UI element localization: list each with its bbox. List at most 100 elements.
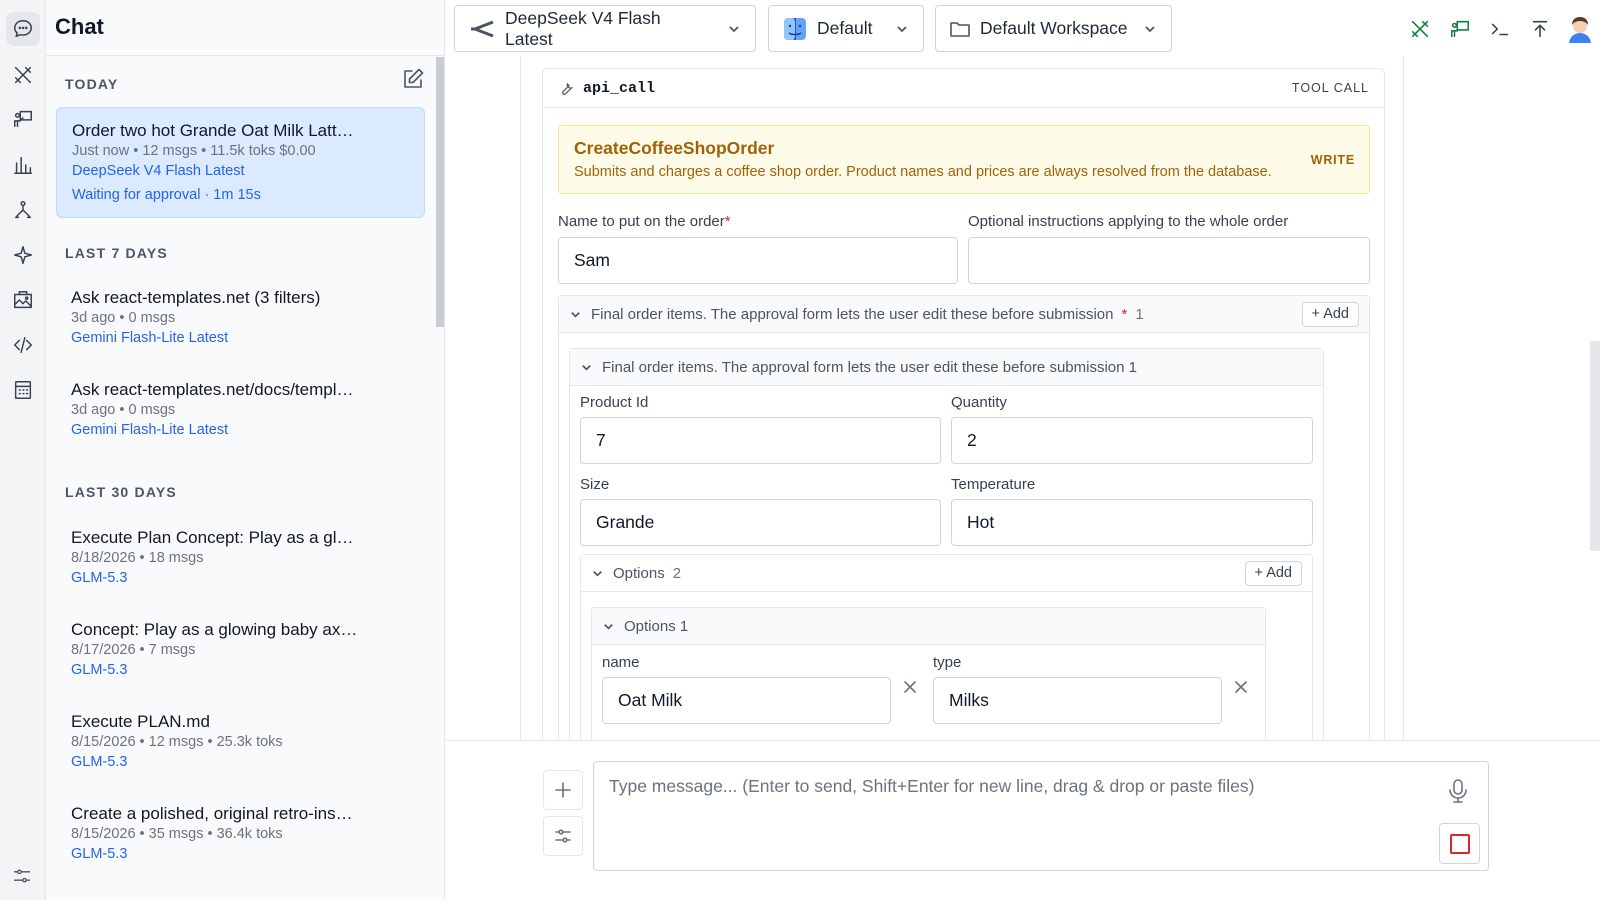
conversation-item[interactable]: Ask react-templates.net/docs/templ… 3d a…	[56, 367, 425, 452]
sparkle-icon[interactable]	[6, 238, 40, 272]
group-label-today: TODAY	[65, 76, 119, 92]
presenter-icon[interactable]	[1440, 12, 1480, 46]
conversation-meta: 3d ago • 0 msgs	[71, 310, 176, 326]
main-scrollbar[interactable]	[1590, 341, 1600, 551]
add-order-item-button[interactable]: + Add	[1301, 301, 1359, 327]
temperature-label: Temperature	[951, 476, 1036, 493]
temperature-input[interactable]: Hot	[951, 499, 1313, 546]
conversation-item[interactable]: Concept: Play as a glowing baby ax… 8/17…	[56, 607, 425, 692]
conversation-item[interactable]: Execute Plan Concept: Play as a gl… 8/18…	[56, 515, 425, 600]
order-item-card: Final order items. The approval form let…	[569, 348, 1324, 740]
operation-description: Submits and charges a coffee shop order.…	[574, 164, 1272, 180]
chat-main: api_call TOOL CALL CreateCoffeeShopOrder…	[446, 56, 1600, 740]
conversation-item[interactable]: Order two hot Grande Oat Milk Latt… Just…	[56, 107, 425, 218]
close-icon[interactable]	[1232, 678, 1250, 696]
conversation-title: Execute PLAN.md	[71, 712, 210, 731]
conversation-item[interactable]: Execute PLAN.md 8/15/2026 • 12 msgs • 25…	[56, 699, 425, 784]
stop-button[interactable]	[1439, 823, 1480, 864]
order-instructions-input[interactable]	[968, 237, 1370, 284]
options-count: 2	[672, 564, 682, 582]
sidebar-title: Chat	[55, 14, 104, 39]
code-icon[interactable]	[6, 328, 40, 362]
tools-icon[interactable]	[6, 58, 40, 92]
order-item-header[interactable]: Final order items. The approval form let…	[570, 349, 1323, 386]
options-section: Options 2 + Add Options 1 name Oat Milk	[580, 554, 1313, 740]
conversation-status: Waiting for approval · 1m 15s	[72, 187, 261, 203]
name-field-label: Name to put on the order*	[558, 213, 731, 230]
option-type-input[interactable]: Milks	[933, 677, 1222, 724]
conversation-model: Gemini Flash-Lite Latest	[71, 330, 229, 346]
tool-name: api_call	[583, 79, 656, 97]
conversation-title: Ask react-templates.net/docs/templ…	[71, 380, 354, 399]
conversation-model: GLM-5.3	[71, 570, 128, 586]
chevron-down-icon	[897, 25, 907, 32]
conversation-meta: 8/15/2026 • 35 msgs • 36.4k toks	[71, 826, 283, 842]
analytics-icon[interactable]	[6, 148, 40, 182]
message-placeholder: Type message... (Enter to send, Shift+En…	[609, 776, 1255, 796]
edit-icon	[404, 68, 424, 88]
options-title: Options	[613, 564, 665, 582]
terminal-icon[interactable]	[1480, 12, 1520, 46]
sliders-icon	[555, 829, 571, 843]
attach-button[interactable]	[543, 770, 583, 810]
conversation-model: GLM-5.3	[71, 662, 128, 678]
icon-rail	[0, 0, 46, 900]
wrench-icon	[562, 82, 574, 95]
add-option-button[interactable]: + Add	[1244, 560, 1302, 586]
group-label-last7: LAST 7 DAYS	[65, 245, 168, 261]
conversation-meta: 8/18/2026 • 18 msgs	[71, 550, 204, 566]
preset-name: Default	[817, 18, 873, 38]
preset-selector[interactable]: Default	[768, 5, 924, 52]
conversation-item[interactable]: Ask react-templates.net (3 filters) 3d a…	[56, 275, 425, 360]
option-card: Options 1 name Oat Milk type Milks	[591, 607, 1266, 740]
chat-icon[interactable]	[6, 12, 40, 46]
gallery-icon[interactable]	[6, 283, 40, 317]
order-items-title: Final order items. The approval form let…	[591, 305, 1114, 323]
order-name-input[interactable]: Sam	[558, 237, 958, 284]
conversation-title: Concept: Play as a glowing baby ax…	[71, 620, 358, 639]
presenter-icon[interactable]	[6, 102, 40, 136]
option-header[interactable]: Options 1	[592, 608, 1265, 645]
top-bar: DeepSeek V4 Flash Latest Default Default…	[446, 0, 1600, 56]
pipeline-icon[interactable]	[6, 193, 40, 227]
group-label-last30: LAST 30 DAYS	[65, 484, 177, 500]
sidebar-header: Chat	[46, 0, 445, 56]
conversation-item[interactable]: Create a polished, original retro-ins… 8…	[56, 791, 425, 876]
new-chat-button[interactable]	[399, 65, 427, 93]
calculator-icon[interactable]	[6, 373, 40, 407]
avatar[interactable]	[1560, 12, 1600, 46]
conversation-model: Gemini Flash-Lite Latest	[71, 422, 229, 438]
model-logo-icon	[469, 19, 495, 39]
chevron-down-icon	[593, 570, 602, 577]
upload-icon[interactable]	[1520, 12, 1560, 46]
quantity-input[interactable]: 2	[951, 417, 1313, 464]
close-icon[interactable]	[901, 678, 919, 696]
plus-icon	[555, 782, 571, 798]
workspace-selector[interactable]: Default Workspace	[935, 5, 1172, 52]
option-type-label: type	[933, 654, 962, 671]
chevron-down-icon	[604, 623, 613, 630]
microphone-icon[interactable]	[1447, 778, 1471, 806]
settings-sliders-icon[interactable]	[12, 866, 34, 888]
options-header[interactable]: Options 2 + Add	[581, 555, 1312, 592]
message-input[interactable]: Type message... (Enter to send, Shift+En…	[593, 761, 1489, 871]
conversation-title: Create a polished, original retro-ins…	[71, 804, 353, 823]
conversation-model: DeepSeek V4 Flash Latest	[72, 163, 245, 179]
workspace-name: Default Workspace	[980, 18, 1128, 38]
model-selector[interactable]: DeepSeek V4 Flash Latest	[454, 5, 756, 52]
order-items-header[interactable]: Final order items. The approval form let…	[559, 296, 1369, 333]
message-composer: Type message... (Enter to send, Shift+En…	[446, 740, 1600, 900]
chevron-down-icon	[729, 25, 739, 32]
composer-settings-button[interactable]	[543, 816, 583, 856]
sidebar-scrollbar[interactable]	[436, 57, 444, 327]
conversation-model: GLM-5.3	[71, 754, 128, 770]
required-mark: *	[1121, 305, 1128, 323]
product-id-input[interactable]: 7	[580, 417, 941, 464]
instructions-field-label: Optional instructions applying to the wh…	[968, 213, 1289, 230]
option-name-input[interactable]: Oat Milk	[602, 677, 891, 724]
conversation-meta: 3d ago • 0 msgs	[71, 402, 176, 418]
conversation-sidebar: Chat TODAY Order two hot Grande Oat Milk…	[46, 0, 445, 900]
size-input[interactable]: Grande	[580, 499, 941, 546]
tools-icon[interactable]	[1400, 12, 1440, 46]
conversation-title: Execute Plan Concept: Play as a gl…	[71, 528, 354, 547]
